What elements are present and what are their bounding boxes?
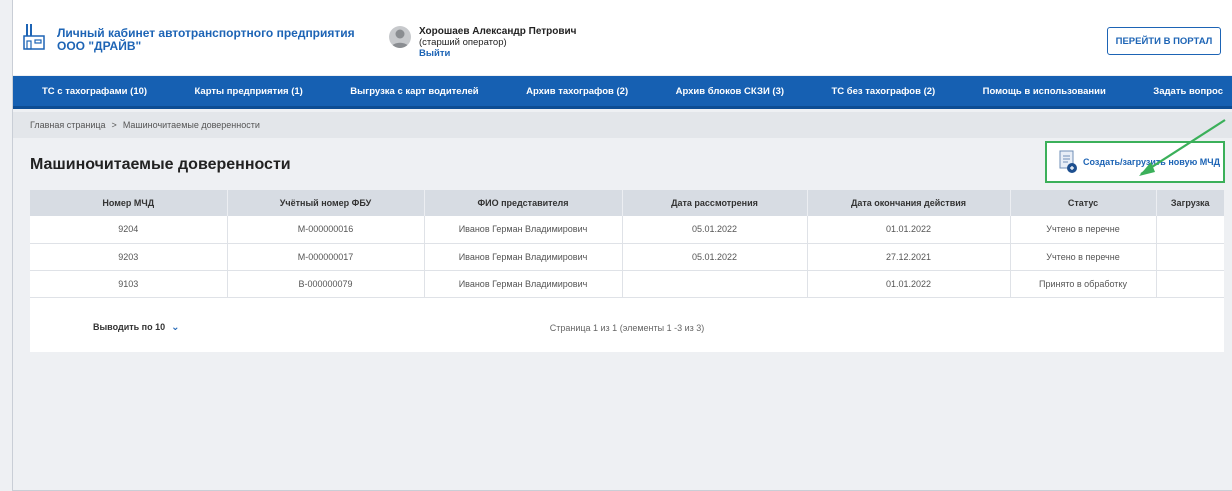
brand-title: Личный кабинет автотранспортного предпри… [57,27,355,53]
nav-item-vehicles-without-tachograph[interactable]: ТС без тахографов (2) [831,86,935,97]
cell-fbu-number: М-000000017 [227,243,425,270]
go-to-portal-button[interactable]: ПЕРЕЙТИ В ПОРТАЛ [1107,27,1221,55]
cell-status: Учтено в перечне [1010,243,1157,270]
pagination-info: Страница 1 из 1 (элементы 1 -3 из 3) [549,323,705,333]
cell-expiry-date: 27.12.2021 [807,243,1011,270]
user-name: Хорошаев Александр Петрович [419,26,577,37]
column-header-representative[interactable]: ФИО представителя [424,190,623,216]
user-avatar-icon [391,29,409,48]
nav-item-skzi-archive[interactable]: Архив блоков СКЗИ (3) [676,86,784,97]
user-info: Хорошаев Александр Петрович (старший опе… [419,26,576,59]
cell-upload [1156,270,1224,297]
brand-line-2: ООО "ДРАЙВ" [57,39,142,53]
avatar [389,26,411,48]
page-title: Машиночитаемые доверенности [30,156,291,173]
nav-item-driver-card-export[interactable]: Выгрузка с карт водителей [350,86,478,97]
column-header-upload[interactable]: Загрузка [1156,190,1224,216]
table-row[interactable]: 9103 В-000000079 Иванов Герман Владимиро… [30,270,1224,297]
column-header-fbu-number[interactable]: Учётный номер ФБУ [227,190,425,216]
document-add-icon [1059,150,1077,173]
table-header-row: Номер МЧД Учётный номер ФБУ ФИО представ… [30,190,1224,216]
main-nav: ТС с тахографами (10) Карты предприятия … [13,76,1232,109]
cell-mchd-number: 9103 [30,270,228,297]
cell-status: Учтено в перечне [1010,216,1157,243]
column-header-review-date[interactable]: Дата рассмотрения [622,190,808,216]
mchd-table: Номер МЧД Учётный номер ФБУ ФИО представ… [30,190,1224,298]
cell-mchd-number: 9204 [30,216,228,243]
cell-representative: Иванов Герман Владимирович [424,216,623,243]
mchd-table-card: Номер МЧД Учётный номер ФБУ ФИО представ… [30,190,1224,352]
column-header-expiry-date[interactable]: Дата окончания действия [807,190,1011,216]
cell-upload [1156,243,1224,270]
cell-representative: Иванов Герман Владимирович [424,270,623,297]
cell-fbu-number: М-000000016 [227,216,425,243]
cell-fbu-number: В-000000079 [227,270,425,297]
nav-item-tachograph-vehicles[interactable]: ТС с тахографами (10) [42,86,147,97]
nav-item-tachograph-archive[interactable]: Архив тахографов (2) [526,86,628,97]
annotation-arrow-icon [1139,119,1226,176]
cell-expiry-date: 01.01.2022 [807,216,1011,243]
cell-status: Принято в обработку [1010,270,1157,297]
cell-review-date: 05.01.2022 [622,243,808,270]
breadcrumb: Главная страница > Машиночитаемые довере… [13,112,1232,138]
column-header-mchd-number[interactable]: Номер МЧД [30,190,228,216]
table-row[interactable]: 9203 М-000000017 Иванов Герман Владимиро… [30,243,1224,270]
cell-expiry-date: 01.01.2022 [807,270,1011,297]
cell-mchd-number: 9203 [30,243,228,270]
cell-review-date: 05.01.2022 [622,216,808,243]
nav-item-ask-question[interactable]: Задать вопрос [1153,86,1223,97]
table-row[interactable]: 9204 М-000000016 Иванов Герман Владимиро… [30,216,1224,243]
breadcrumb-home-link[interactable]: Главная страница [30,120,106,130]
app-frame: Личный кабинет автотранспортного предпри… [12,0,1232,491]
cell-upload [1156,216,1224,243]
nav-item-company-cards[interactable]: Карты предприятия (1) [195,86,303,97]
nav-item-help[interactable]: Помощь в использовании [983,86,1106,97]
factory-logo-icon [23,24,45,50]
logout-link[interactable]: Выйти [419,48,576,59]
header: Личный кабинет автотранспортного предпри… [13,0,1232,75]
user-role: (старший оператор) [419,37,507,48]
table-footer: Выводить по 10 ⌄ Страница 1 из 1 (элемент… [30,310,1224,352]
cell-review-date [622,270,808,297]
breadcrumb-current: Машиночитаемые доверенности [122,120,260,130]
breadcrumb-separator: > [111,120,117,130]
column-header-status[interactable]: Статус [1010,190,1157,216]
cell-representative: Иванов Герман Владимирович [424,243,623,270]
